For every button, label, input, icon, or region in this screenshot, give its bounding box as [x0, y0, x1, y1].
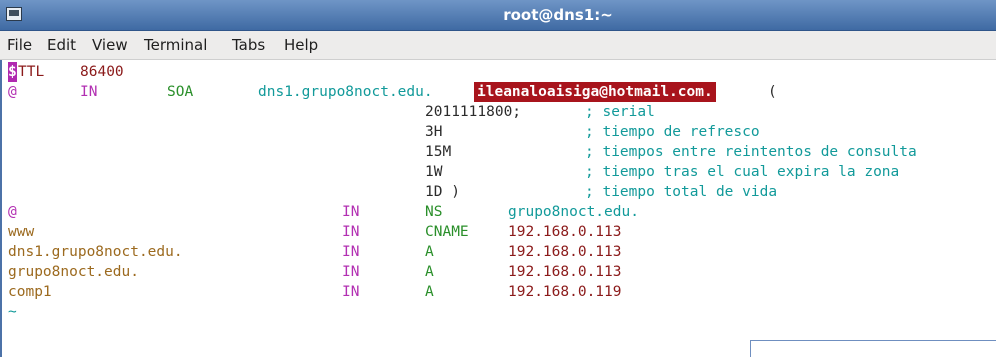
left-border	[0, 60, 2, 357]
record-domain-class: IN	[342, 264, 360, 280]
soa-class: IN	[80, 84, 98, 100]
menu-edit[interactable]: Edit	[47, 36, 76, 54]
soa-serial-comment: ; serial	[585, 104, 655, 120]
cursor-dollar: $	[8, 62, 17, 82]
record-www-name: www	[8, 224, 35, 240]
record-dns1-data: 192.168.0.113	[508, 244, 622, 260]
overlay-box	[750, 340, 996, 357]
soa-name: @	[8, 84, 17, 100]
tilde-line: ~	[8, 304, 17, 320]
record-comp1-name: comp1	[8, 284, 52, 300]
record-ns-type: NS	[425, 204, 443, 220]
record-dns1-class: IN	[342, 244, 360, 260]
record-www-type: CNAME	[425, 224, 469, 240]
record-ns-class: IN	[342, 204, 360, 220]
soa-primary-ns: dns1.grupo8noct.edu.	[258, 84, 433, 100]
soa-type: SOA	[167, 84, 194, 100]
soa-refresh-comment: ; tiempo de refresco	[585, 124, 760, 140]
soa-ttl-comment: ; tiempo total de vida	[585, 184, 778, 200]
record-domain-name: grupo8noct.edu.	[8, 264, 139, 280]
menu-help[interactable]: Help	[284, 36, 318, 54]
soa-retry-comment: ; tiempos entre reintentos de consulta	[585, 144, 917, 160]
record-comp1-type: A	[425, 284, 434, 300]
menu-terminal[interactable]: Terminal	[144, 36, 207, 54]
title-bar[interactable]: root@dns1:~	[0, 0, 996, 31]
record-dns1-type: A	[425, 244, 434, 260]
record-ns-name: @	[8, 204, 17, 220]
menu-view[interactable]: View	[92, 36, 128, 54]
terminal-content[interactable]: $ TTL 86400 @ IN SOA dns1.grupo8noct.edu…	[0, 60, 996, 357]
menu-file[interactable]: File	[7, 36, 32, 54]
record-ns-data: grupo8noct.edu.	[508, 204, 639, 220]
record-domain-type: A	[425, 264, 434, 280]
soa-open-paren: (	[768, 84, 777, 100]
record-www-class: IN	[342, 224, 360, 240]
ttl-directive: TTL	[18, 64, 45, 80]
window-title: root@dns1:~	[503, 6, 613, 24]
soa-expire-value: 1W	[425, 164, 443, 180]
soa-ttl-value: 1D )	[425, 184, 460, 200]
soa-expire-comment: ; tiempo tras el cual expira la zona	[585, 164, 900, 180]
soa-retry-value: 15M	[425, 144, 452, 160]
menu-bar: File Edit View Terminal Tabs Help	[0, 31, 996, 60]
terminal-window: root@dns1:~ File Edit View Terminal Tabs…	[0, 0, 996, 357]
soa-refresh-value: 3H	[425, 124, 443, 140]
record-dns1-name: dns1.grupo8noct.edu.	[8, 244, 183, 260]
ttl-value: 86400	[80, 64, 124, 80]
soa-serial-value: 2011111800;	[425, 104, 522, 120]
soa-admin-email: ileanaloaisiga@hotmail.com.	[474, 82, 716, 102]
record-www-data: 192.168.0.113	[508, 224, 622, 240]
menu-tabs[interactable]: Tabs	[232, 36, 265, 54]
record-domain-data: 192.168.0.113	[508, 264, 622, 280]
record-comp1-class: IN	[342, 284, 360, 300]
record-comp1-data: 192.168.0.119	[508, 284, 622, 300]
